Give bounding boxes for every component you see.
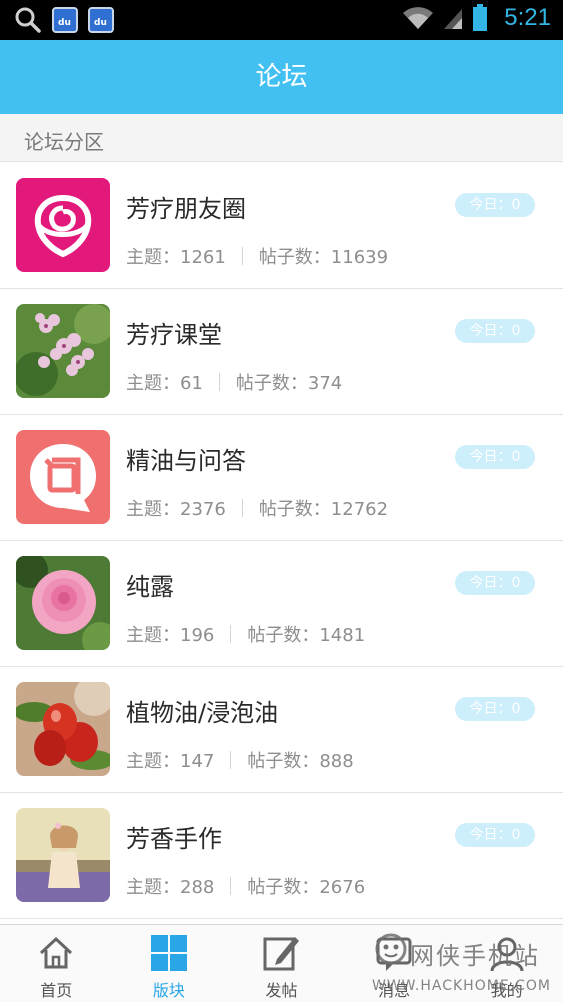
forum-stats: 主题：1261 帖子数：11639	[126, 243, 388, 269]
forum-stats: 主题：2376 帖子数：12762	[126, 495, 388, 521]
search-icon	[15, 7, 41, 33]
today-badge: 今日：0	[455, 697, 535, 721]
post-count: 帖子数：12762	[258, 499, 389, 520]
post-count: 帖子数：2676	[247, 877, 366, 898]
topic-count: 主题：147	[126, 751, 215, 772]
rosehip-photo-thumbnail	[16, 682, 110, 776]
baidu-icon: du	[88, 7, 114, 33]
forum-stats: 主题：147 帖子数：888	[126, 747, 354, 773]
forum-name: 芳疗课堂	[126, 321, 222, 349]
geranium-photo-thumbnail	[16, 304, 110, 398]
wifi-icon	[403, 7, 434, 30]
forum-list: 芳疗朋友圈 主题：1261 帖子数：11639 今日：0 芳疗课堂 主题：61 …	[0, 163, 563, 919]
divider	[241, 499, 243, 517]
girl-lavender-photo-thumbnail	[16, 808, 110, 902]
app-header: 论坛	[0, 40, 563, 114]
forum-name: 植物油/浸泡油	[126, 699, 279, 727]
today-badge: 今日：0	[455, 445, 535, 469]
forum-item[interactable]: 芳香手作 主题：288 帖子数：2676 今日：0	[0, 793, 563, 919]
forum-item[interactable]: 植物油/浸泡油 主题：147 帖子数：888 今日：0	[0, 667, 563, 793]
grid-icon	[150, 935, 187, 971]
today-badge: 今日：0	[455, 571, 535, 595]
forum-stats: 主题：196 帖子数：1481	[126, 621, 365, 647]
battery-icon	[473, 4, 488, 31]
forum-stats: 主题：61 帖子数：374	[126, 369, 342, 395]
divider	[230, 751, 232, 769]
post-count: 帖子数：1481	[247, 625, 366, 646]
forum-stats: 主题：288 帖子数：2676	[126, 873, 365, 899]
forum-name: 芳香手作	[126, 825, 222, 853]
divider	[241, 247, 243, 265]
forum-item[interactable]: 纯露 主题：196 帖子数：1481 今日：0	[0, 541, 563, 667]
watermark: 网侠手机站 WWW.HACKHOME.COM	[366, 926, 563, 1002]
nav-label: 首页	[40, 981, 73, 1000]
topic-count: 主题：61	[126, 373, 203, 394]
watermark-logo-icon	[375, 933, 407, 965]
watermark-url: WWW.HACKHOME.COM	[372, 978, 551, 994]
forum-item[interactable]: 芳疗朋友圈 主题：1261 帖子数：11639 今日：0	[0, 163, 563, 289]
today-badge: 今日：0	[455, 319, 535, 343]
wen-chat-logo-thumbnail	[16, 430, 110, 524]
nav-home[interactable]: 首页	[0, 925, 113, 1002]
nav-label: 发帖	[265, 981, 298, 1000]
post-count: 帖子数：11639	[258, 247, 389, 268]
home-icon	[40, 937, 73, 969]
divider	[230, 625, 232, 643]
forum-item[interactable]: 精油与问答 主题：2376 帖子数：12762 今日：0	[0, 415, 563, 541]
forum-name: 芳疗朋友圈	[126, 195, 246, 223]
nav-boards[interactable]: 版块	[113, 925, 226, 1002]
post-count: 帖子数：374	[235, 373, 343, 394]
forum-name: 纯露	[126, 573, 174, 601]
nav-label: 版块	[152, 981, 185, 1000]
post-count: 帖子数：888	[247, 751, 354, 772]
topic-count: 主题：196	[126, 625, 215, 646]
forum-item[interactable]: 芳疗课堂 主题：61 帖子数：374 今日：0	[0, 289, 563, 415]
pink-rose-photo-thumbnail	[16, 556, 110, 650]
edit-icon	[263, 937, 300, 971]
status-bar: du du 5:21	[0, 0, 563, 40]
page-title: 论坛	[255, 62, 308, 92]
divider	[230, 877, 232, 895]
topic-count: 主题：2376	[126, 499, 226, 520]
section-title: 论坛分区	[24, 130, 104, 154]
baidu-icon: du	[52, 7, 78, 33]
topic-count: 主题：288	[126, 877, 215, 898]
topic-count: 主题：1261	[126, 247, 226, 268]
section-header: 论坛分区	[0, 114, 563, 162]
divider	[218, 373, 220, 391]
nav-post[interactable]: 发帖	[225, 925, 338, 1002]
today-badge: 今日：0	[455, 823, 535, 847]
signal-icon	[444, 9, 463, 29]
forum-name: 精油与问答	[126, 447, 246, 475]
today-badge: 今日：0	[455, 193, 535, 217]
rose-logo-thumbnail	[16, 178, 110, 272]
clock: 5:21	[504, 4, 551, 31]
watermark-text: 网侠手机站	[410, 942, 540, 970]
